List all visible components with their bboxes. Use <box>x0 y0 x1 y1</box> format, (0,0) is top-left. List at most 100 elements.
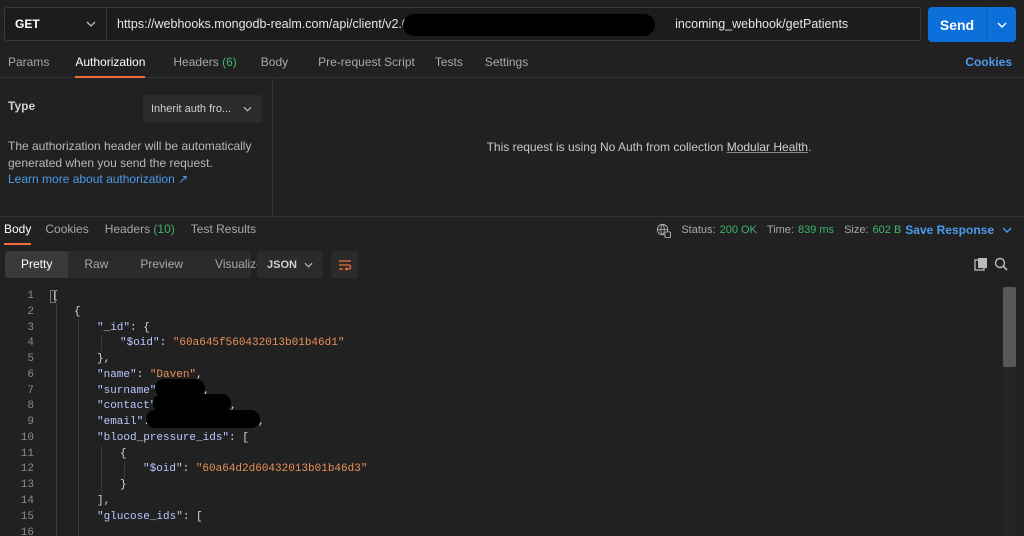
line-number: 1 <box>27 290 34 302</box>
auth-message-end: . <box>808 140 812 154</box>
chevron-down-icon[interactable] <box>1002 227 1012 233</box>
wrap-lines-icon <box>338 259 351 271</box>
size-value: 602 B <box>872 224 902 236</box>
line-number: 9 <box>27 416 34 428</box>
url-suffix: incoming_webhook/getPatients <box>675 17 849 31</box>
line-number: 13 <box>20 479 34 491</box>
search-icon[interactable] <box>994 257 1008 271</box>
json-key: "$oid" <box>143 463 183 475</box>
format-raw[interactable]: Raw <box>68 251 124 278</box>
code-line: "_id": { <box>97 322 150 334</box>
request-url-bar: GET https://webhooks.mongodb-realm.com/a… <box>4 7 921 41</box>
tab-params[interactable]: Params <box>0 50 57 78</box>
code-line: "$oid": "60a64d2d60432013b01b46d3" <box>143 463 367 475</box>
tab-body[interactable]: Body <box>253 50 296 78</box>
tab-headers[interactable]: Headers (6) <box>165 50 244 78</box>
tab-test-results[interactable]: Test Results <box>183 217 264 245</box>
tab-response-body-label: Body <box>4 222 32 236</box>
json-key: "glucose_ids" <box>97 511 183 523</box>
json-punct: : <box>136 369 150 381</box>
indent-guide <box>101 335 102 351</box>
code-line: "blood_pressure_ids": [ <box>97 432 249 444</box>
send-label: Send <box>939 16 975 33</box>
tab-tests[interactable]: Tests <box>427 50 471 78</box>
auth-message: This request is using No Auth from colle… <box>486 140 724 154</box>
indent-guide <box>124 462 125 478</box>
time-label: Time: <box>766 224 794 236</box>
line-number: 4 <box>27 337 34 349</box>
time-value: 839 ms <box>797 224 835 236</box>
tab-response-cookies[interactable]: Cookies <box>37 217 96 245</box>
indent-guide <box>56 303 57 536</box>
json-key: "$oid" <box>120 337 160 349</box>
tab-prerequest-script[interactable]: Pre-request Script <box>310 50 423 78</box>
json-string: "60a64d2d60432013b01b46d3" <box>195 463 368 475</box>
json-key: "name" <box>97 369 137 381</box>
learn-more-auth-link[interactable]: Learn more about authorization ↗ <box>8 172 188 186</box>
code-line-comma: , <box>258 416 265 428</box>
chevron-down-icon <box>243 106 252 112</box>
copy-icon[interactable] <box>974 257 988 271</box>
line-number: 5 <box>27 353 34 365</box>
code-line: "email": <box>97 416 150 428</box>
method-label: GET <box>15 17 40 31</box>
json-punct: : [ <box>229 432 249 444</box>
code-line: { <box>120 448 127 460</box>
save-response-button[interactable]: Save Response <box>905 223 994 237</box>
auth-settings-panel: Type Inherit auth fro... The authorizati… <box>0 79 273 215</box>
indent-guide <box>78 319 79 536</box>
tab-headers-label: Headers <box>173 55 219 69</box>
url-input[interactable]: https://webhooks.mongodb-realm.com/api/c… <box>107 8 920 40</box>
method-select[interactable]: GET <box>5 8 107 40</box>
language-select[interactable]: JSON <box>257 251 323 278</box>
code-line: { <box>74 306 81 318</box>
chevron-down-icon <box>304 262 313 268</box>
request-tabs: Params Authorization Headers (6) Body Pr… <box>0 50 1024 78</box>
format-pretty[interactable]: Pretty <box>5 251 69 278</box>
response-status-bar: Status: 200 OK Time: 839 ms Size: 602 B … <box>656 220 1012 240</box>
send-options-chevron-icon[interactable] <box>987 22 1016 28</box>
chevron-down-icon <box>86 21 96 27</box>
response-body-editor[interactable]: 1 2 3 4 5 6 7 8 9 10 11 12 13 14 15 16 [… <box>0 287 1003 536</box>
auth-type-label: Type <box>8 99 36 113</box>
redaction-mark <box>403 14 655 36</box>
cookies-link[interactable]: Cookies <box>965 50 1012 74</box>
line-number: 8 <box>27 400 34 412</box>
tab-authorization[interactable]: Authorization <box>67 50 153 78</box>
auth-type-select[interactable]: Inherit auth fro... <box>143 95 262 123</box>
redaction-mark <box>146 410 260 428</box>
auth-type-value: Inherit auth fro... <box>151 103 232 115</box>
json-punct: : <box>182 463 196 475</box>
line-number: 15 <box>20 511 34 523</box>
line-number: 7 <box>27 385 34 397</box>
tab-response-headers[interactable]: Headers (10) <box>97 217 183 245</box>
auth-info-panel: This request is using No Auth from colle… <box>274 79 1024 215</box>
send-button[interactable]: Send <box>928 7 1016 42</box>
response-headers-count: (10) <box>153 222 175 236</box>
line-number: 11 <box>20 448 34 460</box>
headers-count: (6) <box>222 55 237 69</box>
tab-settings[interactable]: Settings <box>477 50 536 78</box>
line-number: 3 <box>27 322 34 334</box>
indent-guide <box>101 446 102 494</box>
text-cursor <box>50 290 56 303</box>
url-prefix: https://webhooks.mongodb-realm.com/api/c… <box>117 17 434 31</box>
json-key: "contact" <box>97 400 157 412</box>
line-number: 14 <box>20 495 34 507</box>
json-punct: : <box>159 337 173 349</box>
line-number: 10 <box>20 432 34 444</box>
collection-link[interactable]: Modular Health <box>727 140 808 154</box>
size-label: Size: <box>844 224 869 236</box>
wrap-lines-button[interactable] <box>331 251 358 278</box>
json-key: "blood_pressure_ids" <box>97 432 230 444</box>
tab-response-body[interactable]: Body <box>0 217 35 245</box>
format-preview[interactable]: Preview <box>124 251 199 278</box>
status-value: 200 OK <box>719 224 757 236</box>
code-line: "$oid": "60a645f560432013b01b46d1" <box>120 337 344 349</box>
line-number: 16 <box>20 527 34 536</box>
code-line: ], <box>97 495 111 507</box>
json-key: "_id" <box>97 322 131 334</box>
globe-icon[interactable] <box>656 223 672 238</box>
scrollbar-thumb[interactable] <box>1003 287 1016 367</box>
code-line: "glucose_ids": [ <box>97 511 203 523</box>
